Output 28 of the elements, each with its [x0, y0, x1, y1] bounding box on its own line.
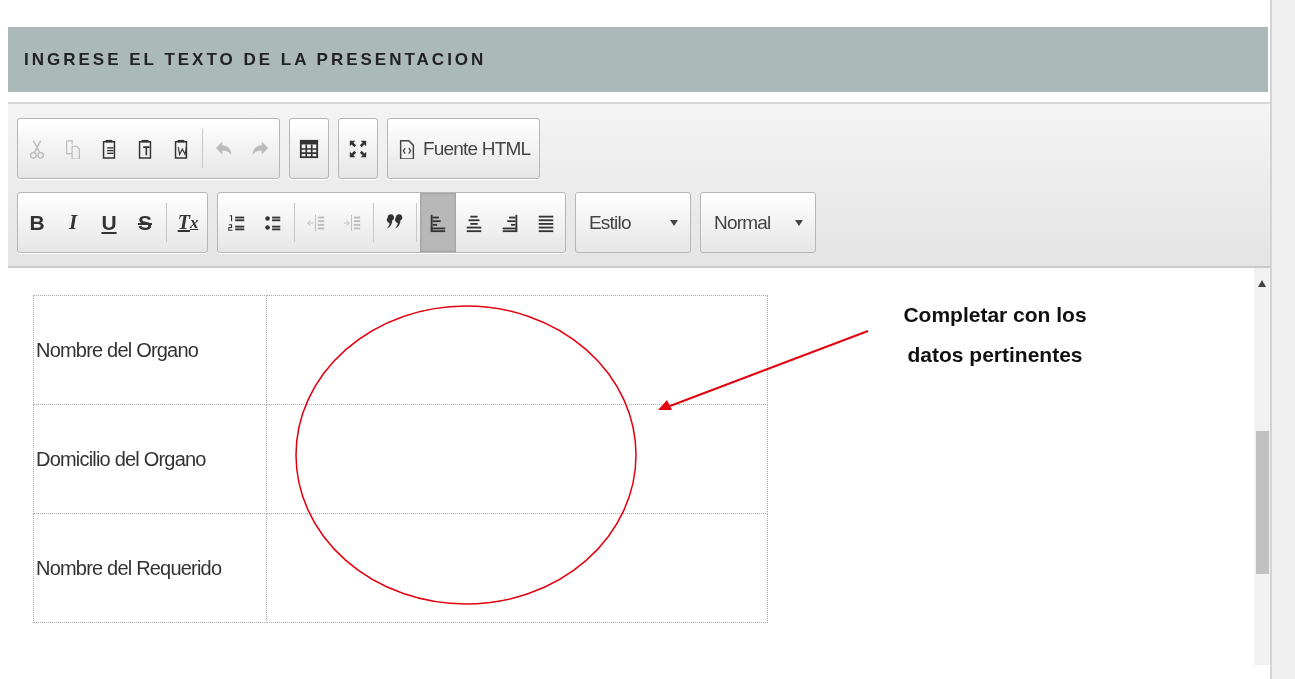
scrollbar[interactable]	[1254, 268, 1270, 665]
table-cell: Nombre del Organo	[33, 295, 267, 405]
copy-icon	[63, 138, 83, 159]
outdent-icon	[306, 212, 326, 233]
annotation-text: Completar con los datos pertinentes	[902, 302, 1088, 368]
style-dropdown[interactable]: Normal	[700, 192, 816, 253]
table-icon	[299, 138, 319, 159]
scissors-icon	[27, 138, 47, 159]
maximize-icon	[348, 138, 368, 159]
underline-button[interactable]: U	[91, 193, 127, 252]
table-cell: Domicilio del Organo	[33, 404, 267, 514]
align-left-icon	[428, 212, 448, 233]
bold-button[interactable]: B	[19, 193, 55, 252]
table-cell: Nombre del Requerido	[33, 513, 267, 623]
strikethrough-button[interactable]: S	[127, 193, 163, 252]
caret-icon	[670, 219, 678, 226]
caret-icon	[795, 219, 803, 226]
scroll-up-icon[interactable]	[1258, 280, 1266, 287]
numbered-list-icon	[227, 212, 247, 233]
indent-icon	[342, 212, 362, 233]
header-title: INGRESE EL TEXTO DE LA PRESENTACION	[24, 49, 487, 70]
source-button[interactable]: Fuente HTML	[389, 119, 539, 178]
align-left-button[interactable]	[420, 193, 456, 252]
source-file-icon	[397, 138, 417, 159]
align-right-icon	[500, 212, 520, 233]
scrollbar-thumb[interactable]	[1256, 431, 1269, 574]
italic-button[interactable]: I	[55, 193, 91, 252]
style-dropdown[interactable]: Estilo	[575, 192, 691, 253]
